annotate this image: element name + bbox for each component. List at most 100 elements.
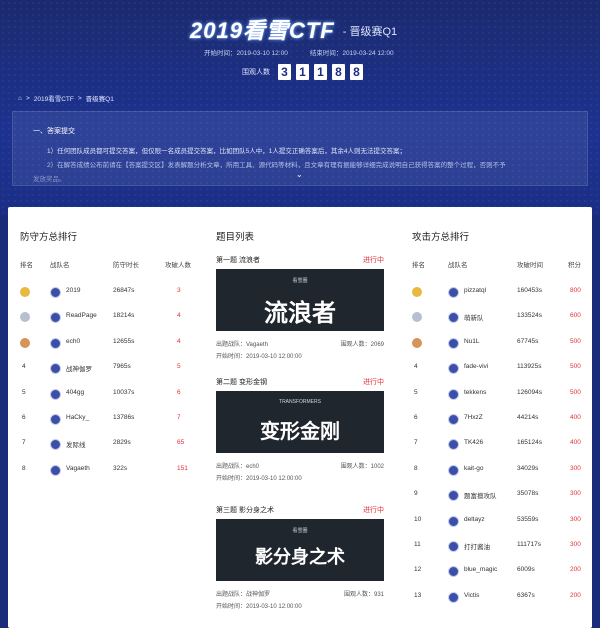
- col-rank: 排名: [412, 262, 425, 269]
- team-name[interactable]: 战神伽罗: [66, 363, 92, 373]
- team-name[interactable]: TK426: [464, 439, 483, 446]
- attack-time: 113925s: [517, 363, 542, 371]
- rank-cell: 11: [414, 540, 421, 548]
- breadcrumb-item-ctf[interactable]: 2019看雪CTF: [34, 93, 74, 103]
- task-title[interactable]: 第一题 流浪者: [216, 255, 260, 265]
- score: 800: [570, 287, 581, 294]
- table-row[interactable]: 萌新队 133524s 600: [412, 304, 584, 329]
- table-row[interactable]: 8 kait-go 34029s 300: [412, 457, 584, 482]
- task-card[interactable]: 第一题 流浪者 进行中 看雪圈 流浪者 出题战队：Vagaeth 围观人数：2069 开始时…: [216, 255, 384, 375]
- task-title[interactable]: 第二题 变形金钢: [216, 377, 267, 387]
- score: 300: [570, 540, 581, 548]
- main-panel: 防守方总排行 排名 战队名 防守时长 攻破人数 2019 26847s 3 ReadP…: [8, 207, 592, 628]
- score: 300: [570, 490, 581, 498]
- team-avatar: [448, 566, 459, 578]
- breadcrumb-item-q1[interactable]: 晋级赛Q1: [86, 93, 114, 103]
- table-row[interactable]: 10 deltayz 53559s 300: [412, 508, 584, 533]
- defense-time: 18214s: [113, 312, 135, 320]
- team-name[interactable]: 7HxzZ: [464, 414, 483, 421]
- col-team: 战队名: [448, 262, 468, 269]
- team-avatar: [50, 464, 61, 476]
- table-row[interactable]: 7 TK426 165124s 400: [412, 431, 584, 456]
- rank-cell: 5: [414, 388, 418, 396]
- team-name[interactable]: kait-go: [464, 465, 484, 472]
- attack-time: 6367s: [517, 591, 535, 599]
- attack-table-header: 排名 战队名 攻破时间 积分: [412, 259, 584, 273]
- team-name[interactable]: Nu1L: [464, 338, 480, 345]
- team-name[interactable]: 404gg: [66, 389, 84, 396]
- team-avatar: [50, 337, 61, 349]
- home-icon[interactable]: ⌂: [18, 95, 22, 102]
- team-name[interactable]: 2019: [66, 287, 80, 294]
- team-name[interactable]: HaCky_: [66, 414, 89, 421]
- chevron-down-icon[interactable]: ⌄: [296, 170, 303, 179]
- rank-cell: 4: [22, 363, 26, 371]
- task-banner[interactable]: 看雪圈 流浪者: [216, 269, 384, 331]
- table-row[interactable]: ReadPage 18214s 4: [20, 304, 200, 329]
- task-status: 进行中: [363, 379, 384, 386]
- team-name[interactable]: blue_magic: [464, 566, 497, 573]
- team-avatar: [448, 439, 459, 451]
- task-card[interactable]: 第二题 变形金钢 进行中 TRANSFORMERS 变形金刚 出题战队：ech0 围观人数…: [216, 377, 384, 497]
- team-avatar: [448, 515, 459, 527]
- table-row[interactable]: 11 打打酱油 111717s 300: [412, 533, 584, 558]
- table-row[interactable]: 7 发际线 2829s 65: [20, 431, 200, 456]
- table-row[interactable]: 5 404gg 10037s 6: [20, 381, 200, 406]
- team-name[interactable]: ech0: [66, 338, 80, 345]
- table-row[interactable]: Nu1L 67745s 500: [412, 330, 584, 355]
- team-name[interactable]: 萌新队: [464, 312, 484, 322]
- viewer-digit: 3: [278, 64, 291, 80]
- task-status: 进行中: [363, 507, 384, 514]
- team-name[interactable]: tekkens: [464, 389, 486, 396]
- defense-time: 12655s: [113, 337, 135, 345]
- team-name[interactable]: deltayz: [464, 516, 485, 523]
- rank-cell: 13: [414, 591, 422, 599]
- table-row[interactable]: 6 HaCky_ 13786s 7: [20, 406, 200, 431]
- team-name[interactable]: Vagaeth: [66, 465, 90, 472]
- table-row[interactable]: 9 题富擅攻队 35078s 300: [412, 482, 584, 507]
- banner-title: 影分身之术: [255, 547, 345, 567]
- attack-time: 35078s: [517, 490, 539, 498]
- table-row[interactable]: 8 Vagaeth 322s 151: [20, 457, 200, 482]
- defense-time: 2829s: [113, 439, 131, 447]
- defense-time: 13786s: [113, 413, 135, 421]
- table-row[interactable]: 13 Victis 6367s 200: [412, 584, 584, 609]
- team-name[interactable]: pizzatql: [464, 287, 486, 294]
- medal-icon: [20, 337, 30, 348]
- viewer-label: 围观人数: [242, 69, 270, 76]
- table-row[interactable]: 4 战神伽罗 7965s 5: [20, 355, 200, 380]
- team-avatar: [448, 312, 459, 324]
- team-avatar: [50, 312, 61, 324]
- table-row[interactable]: 5 tekkens 126094s 500: [412, 381, 584, 406]
- task-title[interactable]: 第三题 影分身之术: [216, 505, 274, 515]
- table-row[interactable]: 12 blue_magic 6009s 200: [412, 558, 584, 583]
- table-row[interactable]: 6 7HxzZ 44214s 400: [412, 406, 584, 431]
- team-name[interactable]: Victis: [464, 592, 479, 599]
- team-name[interactable]: 发际线: [66, 439, 86, 449]
- task-viewers: 围观人数：931: [343, 592, 384, 598]
- title-block: 2019看雪CTF - 晋级赛Q1: [190, 14, 420, 44]
- tasks-title: 题目列表: [216, 232, 255, 243]
- score: 300: [570, 515, 581, 523]
- team-avatar: [448, 540, 459, 552]
- task-banner[interactable]: 看雪圈 影分身之术: [216, 519, 384, 581]
- task-card[interactable]: 第三题 影分身之术 进行中 看雪圈 影分身之术 出题战队：战神伽罗 围观人数：931 开始时…: [216, 505, 384, 625]
- team-avatar: [448, 337, 459, 349]
- team-name[interactable]: 题富擅攻队: [464, 490, 497, 500]
- table-row[interactable]: 2019 26847s 3: [20, 279, 200, 304]
- attack-ranking: 攻击方总排行 排名 战队名 攻破时间 积分 pizzatql 160453s 800…: [400, 207, 592, 628]
- team-name[interactable]: ReadPage: [66, 312, 97, 319]
- table-row[interactable]: ech0 12655s 4: [20, 330, 200, 355]
- attack-title: 攻击方总排行: [412, 232, 470, 243]
- task-banner[interactable]: TRANSFORMERS 变形金刚: [216, 391, 384, 453]
- team-name[interactable]: fade-vivi: [464, 363, 488, 370]
- task-author: 出题战队：Vagaeth: [216, 342, 268, 348]
- team-name[interactable]: 打打酱油: [464, 541, 490, 551]
- broken-count: 5: [177, 363, 181, 371]
- score: 500: [570, 363, 581, 371]
- breadcrumb-sep: >: [77, 94, 82, 102]
- breadcrumb-sep: >: [25, 94, 30, 102]
- table-row[interactable]: 4 fade-vivi 113925s 500: [412, 355, 584, 380]
- table-row[interactable]: pizzatql 160453s 800: [412, 279, 584, 304]
- team-avatar: [50, 363, 61, 375]
